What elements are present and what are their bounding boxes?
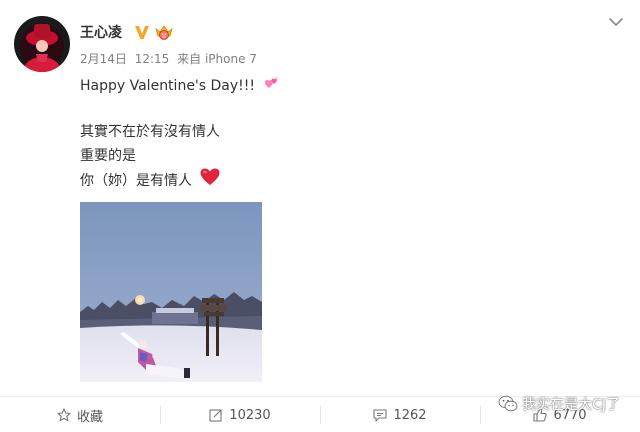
post-time[interactable]: 12:15 [135,52,170,66]
post-body: Happy Valentine's Day!!! 其實不在於有沒有情人 重要的是… [80,74,279,192]
post-date[interactable]: 2月14日 [80,52,127,66]
post-photo[interactable] [80,202,262,382]
favorite-button[interactable]: 收藏 [0,397,160,432]
star-icon [57,408,71,422]
watermark-text: 我实在是大CJ了 [522,397,620,413]
watermark: 我实在是大CJ了 [498,394,620,414]
favorite-label: 收藏 [76,409,103,425]
post-meta: 2月14日 12:15 来自 iPhone 7 [80,51,261,67]
wechat-icon [498,395,518,412]
comment-button[interactable]: 1262 [320,397,480,432]
post-line: 你（妳）是有情人 [80,168,279,192]
avatar[interactable] [14,16,70,72]
post-line: 重要的是 [80,148,136,164]
weibo-post-card: 王心凌 2月14日 12:15 来自 iPhone 7 Happy Valent… [0,0,640,432]
repost-icon [209,409,222,422]
crown-badge-icon[interactable] [154,23,174,41]
repost-button[interactable]: 10230 [160,397,320,432]
comment-count: 1262 [393,407,427,423]
post-line-text: Happy Valentine's Day!!! [80,78,255,94]
post-line: Happy Valentine's Day!!! [80,74,279,98]
repost-count: 10230 [229,407,271,423]
username[interactable]: 王心凌 [80,23,122,43]
post-source[interactable]: 来自 iPhone 7 [177,52,257,66]
comment-icon [373,409,388,422]
post-line-text: 你（妳）是有情人 [80,173,192,189]
post-line: 其實不在於有沒有情人 [80,124,220,140]
red-heart-icon [200,168,220,194]
verified-v-icon [134,24,150,40]
sparkling-hearts-icon [263,74,279,98]
chevron-down-icon[interactable] [608,14,624,30]
